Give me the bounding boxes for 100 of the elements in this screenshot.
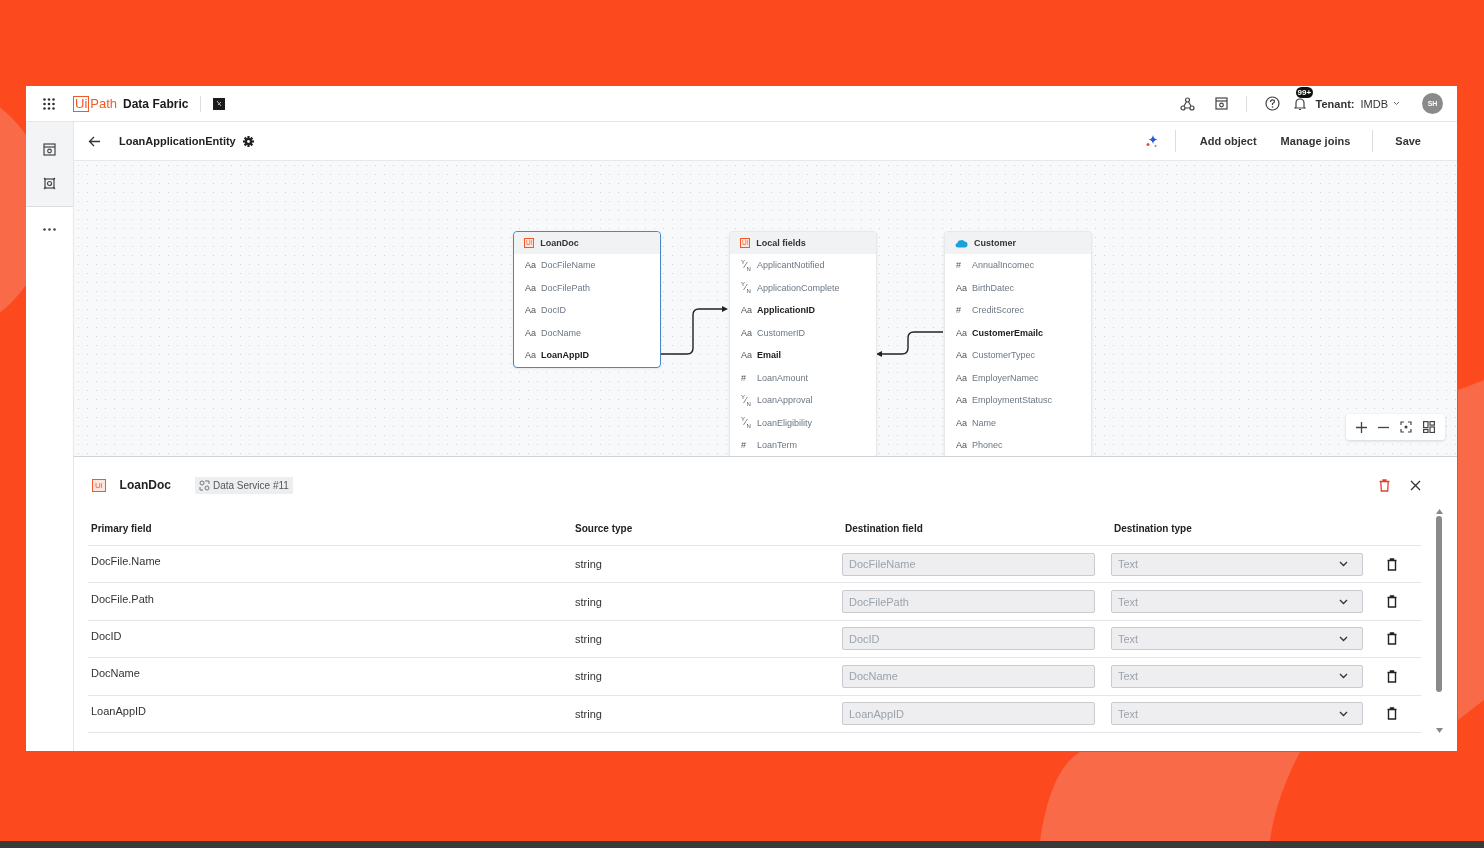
field-type-icon: # [741,440,757,451]
webhook-icon[interactable] [1179,96,1195,111]
field-name: ApplicantNotified [757,260,825,271]
source-tag: Data Service #11 [194,476,293,494]
entity-title: LoanApplicationEntity [119,135,236,147]
join-connector [659,306,728,355]
chevron-icon [1339,673,1348,680]
field-name: ApplicationID [757,305,815,316]
field-name: DocFilePath [541,282,591,293]
field-name: CreditScorec [972,305,1025,316]
field-name: EmployerNamec [972,372,1039,383]
field-name: BirthDatec [972,282,1015,293]
column-header: Primary field [90,522,153,534]
tenant-dropdown[interactable]: IMDB [1356,97,1404,110]
field-type-icon: Aa [956,372,972,383]
delete-icon[interactable] [1387,669,1397,683]
fit-view-icon[interactable] [1400,421,1412,433]
help-icon[interactable] [1264,96,1280,111]
close-icon[interactable] [1410,479,1421,491]
tenant-label: Tenant: [1315,97,1355,110]
field-name: ApplicationComplete [757,282,840,293]
product-name: Data Fabric [123,96,189,111]
back-icon[interactable] [88,135,101,147]
column-header: Source type [574,522,634,534]
delete-icon[interactable] [1387,595,1397,609]
field-name: CustomerID [757,327,805,338]
field-type-icon: Aa [956,395,972,406]
field-name: Email [757,350,781,361]
uipath-icon: Ui [92,478,106,492]
field-type-icon: Aa [525,350,541,361]
field-type-icon: Aa [956,440,972,451]
field-name: Name [972,417,996,428]
store-icon[interactable] [1214,97,1228,110]
field-type-icon: Aa [956,327,972,338]
apps-menu-icon[interactable] [43,97,55,110]
field-type-icon: Aa [741,327,757,338]
entity-name: LoanDoc [540,238,579,248]
field-name: CustomerEmailc [972,327,1044,338]
delete-icon[interactable] [1387,707,1397,721]
settings-icon[interactable] [242,135,254,147]
table-cell-text: DocFile.Name [90,555,162,568]
field-name: LoanEligibility [757,417,813,428]
table-cell-text: string [574,595,603,608]
field-type-icon: Aa [525,282,541,293]
scrollbar[interactable] [1435,509,1443,733]
field-name: DocName [541,327,581,338]
entity-icon[interactable] [43,177,56,190]
more-icon[interactable] [43,228,56,231]
app-icon[interactable] [213,97,226,110]
field-name: AnnualIncomec [972,260,1035,271]
field-type-icon: Aa [956,282,972,293]
field-name: DocFileName [541,260,596,271]
column-header: Destination field [844,522,924,534]
delete-icon[interactable] [1387,557,1397,571]
chevron-icon [1339,710,1348,717]
entity-name: Customer [974,238,1016,248]
save-button[interactable]: Save [1383,131,1433,151]
field-type-icon: Aa [525,260,541,271]
toolbar-button[interactable]: Manage joins [1268,131,1363,151]
chevron-icon [1339,561,1348,568]
field-name: EmploymentStatusc [972,395,1053,406]
scroll-down-icon[interactable] [1435,728,1443,733]
table-cell-text: string [574,632,603,645]
field-name: DocID [541,305,566,316]
cloud-icon [955,238,968,248]
field-name: LoanAmount [757,372,809,383]
field-type-icon: Aa [741,305,757,316]
chevron-icon [1393,101,1400,106]
field-type-icon: $^{Y}$⁄$_{N}$ [741,416,757,430]
field-name: CustomerTypec [972,350,1036,361]
chevron-icon [1339,635,1348,642]
field-type-icon: # [956,260,972,271]
entity-name: Local fields [756,238,806,248]
layout-icon[interactable] [1423,421,1435,433]
field-type-icon: # [741,372,757,383]
field-name: LoanAppID [541,350,589,361]
notification-count: 99+ [1295,86,1314,98]
scroll-up-icon[interactable] [1435,509,1443,514]
field-name: Phonec [972,440,1003,451]
chevron-icon [1339,598,1348,605]
field-type-icon: Aa [525,327,541,338]
logo: Ui Path [73,95,118,112]
column-header: Destination type [1113,522,1193,534]
table-cell-text: DocID [90,629,123,642]
table-cell-text: DocFile.Path [90,592,155,605]
entity-card[interactable] [729,231,877,456]
join-connector [876,331,944,357]
store-icon[interactable] [43,143,56,156]
field-type-icon: $^{Y}$⁄$_{N}$ [741,281,757,295]
notifications-icon[interactable] [1293,96,1306,111]
field-type-icon: $^{Y}$⁄$_{N}$ [741,258,757,272]
toolbar-button[interactable]: Add object [1187,131,1269,151]
table-cell-text: LoanAppID [90,704,148,717]
field-type-icon: Aa [956,350,972,361]
delete-icon[interactable] [1387,632,1397,646]
link-icon [198,479,210,491]
entity-card[interactable]: Customer # AnnualIncomec Aa BirthDatec # CreditScorec Aa CustomerEmailc Aa CustomerTypec Aa EmployerNamec Aa EmploymentStatusc Aa Name Aa Phonec [944,231,1092,456]
table-cell-text: DocName [90,667,141,680]
zoom-in-icon[interactable] [1356,421,1367,433]
sparkle-icon[interactable] [1144,134,1159,148]
